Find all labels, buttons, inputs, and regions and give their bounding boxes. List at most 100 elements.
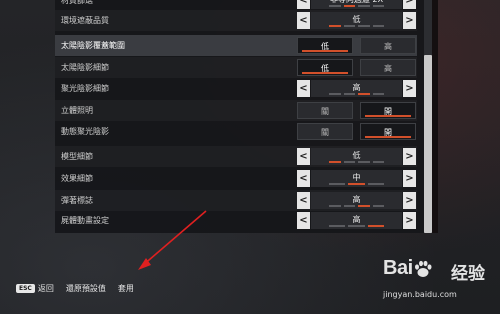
chevron-right-icon[interactable]: > (403, 12, 416, 29)
chevron-right-icon[interactable]: > (403, 148, 416, 165)
toggle-option[interactable]: 低 (297, 59, 353, 76)
setting-label: 模型細節 (61, 152, 93, 161)
level-segment (329, 225, 346, 227)
settings-panel: 材質篩選<非等向過濾 2X>環境遮蔽品質<低>太陽陰影覆蓋範圍低高太陽陰影細節低… (55, 0, 425, 233)
setting-label: 太陽陰影細節 (61, 63, 109, 72)
level-segment (343, 93, 355, 95)
setting-toggle: 關開 (297, 123, 416, 140)
chevron-left-icon[interactable]: < (297, 170, 310, 187)
stepper-value: 低 (311, 12, 402, 29)
setting-stepper: < 高 > (297, 192, 416, 209)
setting-stepper: < 高 > (297, 212, 416, 229)
toggle-option[interactable]: 開 (360, 102, 416, 119)
chevron-right-icon[interactable]: > (403, 80, 416, 97)
stepper-value: 非等向過濾 2X (311, 0, 402, 9)
setting-stepper: < 低 > (297, 12, 416, 29)
back-button[interactable]: 返回 (38, 283, 54, 294)
setting-toggle: 低高 (297, 37, 416, 54)
setting-toggle: 關開 (297, 102, 416, 119)
level-segment (372, 25, 384, 27)
setting-label: 聚光陰影細節 (61, 84, 109, 93)
settings-row: 太陽陰影細節 低高 (55, 57, 417, 78)
footer-bar: ESC 返回 還原預設值 套用 (16, 283, 146, 294)
toggle-option[interactable]: 低 (297, 37, 353, 54)
setting-stepper: < 非等向過濾 2X > (297, 0, 416, 9)
level-segment (329, 5, 341, 7)
setting-label: 彈著標誌 (61, 196, 93, 205)
toggle-option[interactable]: 關 (297, 123, 353, 140)
setting-stepper: < 低 > (297, 148, 416, 165)
stepper-value: 高 (311, 192, 402, 209)
toggle-option[interactable]: 高 (360, 59, 416, 76)
baidu-watermark: Bai 经验 jingyan.baidu.com (381, 257, 499, 313)
watermark-url: jingyan.baidu.com (383, 290, 457, 299)
level-segment (329, 161, 341, 163)
toggle-option[interactable]: 開 (360, 123, 416, 140)
scrollbar[interactable] (424, 0, 432, 233)
level-segment (343, 25, 355, 27)
chevron-left-icon[interactable]: < (297, 212, 310, 229)
chevron-left-icon[interactable]: < (297, 80, 310, 97)
settings-row: 太陽陰影覆蓋範圍 低高 (55, 35, 417, 56)
level-segment (343, 205, 355, 207)
level-indicator (329, 93, 384, 95)
level-segment (367, 183, 384, 185)
chevron-left-icon[interactable]: < (297, 12, 310, 29)
settings-row: 模型細節 < 低 > (55, 146, 417, 167)
toggle-option[interactable]: 關 (297, 102, 353, 119)
setting-label: 立體照明 (61, 106, 93, 115)
panel-edge (432, 0, 438, 233)
scrollbar-thumb[interactable] (424, 55, 432, 233)
level-segment (358, 161, 370, 163)
watermark-brand-cn: 经验 (451, 264, 485, 284)
stepper-value-text: 高 (352, 83, 361, 92)
level-segment (348, 183, 365, 185)
level-segment (358, 205, 370, 207)
chevron-right-icon[interactable]: > (403, 0, 416, 9)
setting-toggle: 低高 (297, 59, 416, 76)
stepper-value-text: 中 (352, 173, 361, 182)
level-segment (329, 93, 341, 95)
level-segment (372, 161, 384, 163)
stepper-value: 高 (311, 212, 402, 229)
level-indicator (329, 5, 384, 7)
level-segment (329, 205, 341, 207)
stepper-value: 中 (311, 170, 402, 187)
chevron-left-icon[interactable]: < (297, 148, 310, 165)
level-indicator (329, 25, 384, 27)
chevron-right-icon[interactable]: > (403, 192, 416, 209)
level-indicator (329, 183, 384, 185)
level-segment (329, 25, 341, 27)
settings-row: 彈著標誌 < 高 > (55, 190, 417, 211)
chevron-left-icon[interactable]: < (297, 192, 310, 209)
level-segment (343, 5, 355, 7)
esc-key-icon: ESC (16, 284, 35, 293)
stepper-value-text: 非等向過濾 2X (330, 0, 383, 4)
level-segment (348, 225, 365, 227)
level-segment (358, 25, 370, 27)
baidu-paw-icon (415, 260, 432, 277)
level-indicator (329, 205, 384, 207)
chevron-right-icon[interactable]: > (403, 170, 416, 187)
setting-label: 太陽陰影覆蓋範圍 (61, 41, 125, 50)
settings-row: 屍體動畫設定 < 高 > (55, 210, 417, 231)
stepper-value: 高 (311, 80, 402, 97)
apply-button[interactable]: 套用 (118, 283, 134, 294)
stepper-value-text: 高 (352, 195, 361, 204)
stepper-value: 低 (311, 148, 402, 165)
settings-row: 環境遮蔽品質 < 低 > (55, 10, 417, 31)
level-indicator (329, 161, 384, 163)
settings-row: 效果細節 < 中 > (55, 168, 417, 189)
level-segment (372, 205, 384, 207)
reset-defaults-button[interactable]: 還原預設值 (66, 283, 106, 294)
setting-label: 動態聚光陰影 (61, 127, 109, 136)
chevron-left-icon[interactable]: < (297, 0, 310, 9)
watermark-brand: Bai (383, 257, 413, 279)
settings-row: 立體照明 關開 (55, 100, 417, 121)
setting-label: 效果細節 (61, 174, 93, 183)
chevron-right-icon[interactable]: > (403, 212, 416, 229)
toggle-option[interactable]: 高 (360, 37, 416, 54)
setting-stepper: < 高 > (297, 80, 416, 97)
stepper-value-text: 低 (352, 151, 361, 160)
level-segment (367, 225, 384, 227)
